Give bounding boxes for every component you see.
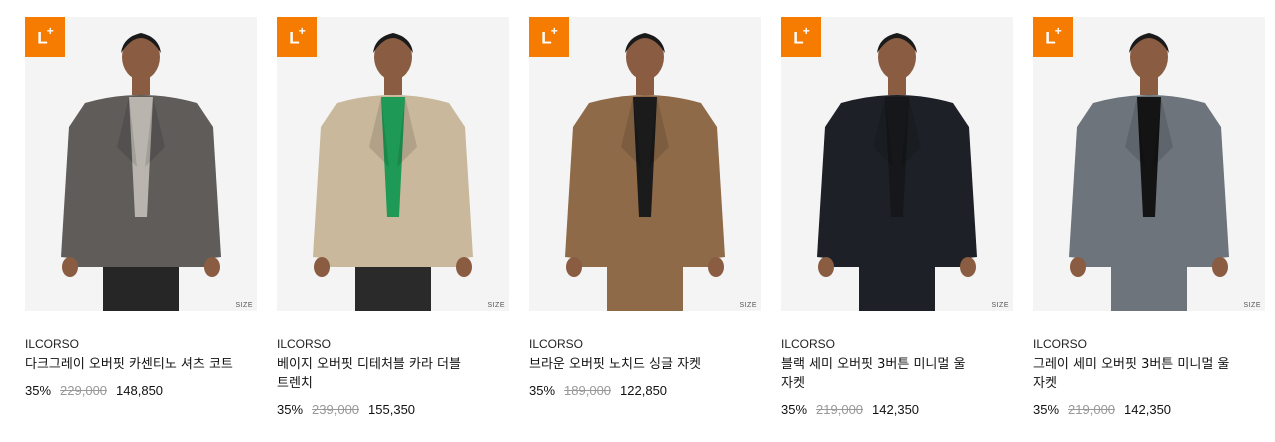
lplus-badge-icon: L+	[25, 17, 65, 57]
original-price: 219,000	[816, 402, 864, 417]
product-brand[interactable]: ILCORSO	[1033, 336, 1265, 352]
product-image[interactable]: L+ SIZE	[277, 17, 509, 311]
size-label[interactable]: SIZE	[991, 302, 1009, 309]
product-name[interactable]: 그레이 세미 오버핏 3버튼 미니멀 울 자켓	[1033, 355, 1243, 393]
product-name[interactable]: 다크그레이 오버핏 카센티노 셔츠 코트	[25, 355, 235, 374]
sale-price: 142,350	[872, 402, 920, 417]
original-price: 239,000	[312, 402, 360, 417]
discount-rate: 35%	[277, 402, 304, 417]
sale-price: 148,850	[116, 383, 164, 398]
price-row: 35% 189,000 122,850	[529, 383, 761, 398]
original-price: 219,000	[1068, 402, 1116, 417]
model-photo	[565, 33, 725, 311]
product-brand[interactable]: ILCORSO	[781, 336, 1013, 352]
model-photo	[817, 33, 977, 311]
sale-price: 122,850	[620, 383, 668, 398]
original-price: 229,000	[60, 383, 108, 398]
product-card[interactable]: L+ SIZE ILCORSO 브라운 오버핏 노치드 싱글 자켓 35% 18…	[529, 17, 761, 417]
product-image[interactable]: L+ SIZE	[781, 17, 1013, 311]
size-label[interactable]: SIZE	[487, 302, 505, 309]
size-label[interactable]: SIZE	[739, 302, 757, 309]
product-brand[interactable]: ILCORSO	[277, 336, 509, 352]
discount-rate: 35%	[1033, 402, 1060, 417]
discount-rate: 35%	[25, 383, 52, 398]
discount-rate: 35%	[781, 402, 808, 417]
product-name[interactable]: 베이지 오버핏 디테처블 카라 더블 트렌치	[277, 355, 487, 393]
discount-rate: 35%	[529, 383, 556, 398]
original-price: 189,000	[564, 383, 612, 398]
price-row: 35% 229,000 148,850	[25, 383, 257, 398]
product-card[interactable]: L+ SIZE ILCORSO 그레이 세미 오버핏 3버튼 미니멀 울 자켓 …	[1033, 17, 1265, 417]
product-card[interactable]: L+ SIZE ILCORSO 블랙 세미 오버핏 3버튼 미니멀 울 자켓 3…	[781, 17, 1013, 417]
lplus-badge-icon: L+	[529, 17, 569, 57]
product-image[interactable]: L+ SIZE	[1033, 17, 1265, 311]
price-row: 35% 219,000 142,350	[781, 402, 1013, 417]
product-image[interactable]: L+ SIZE	[529, 17, 761, 311]
lplus-badge-icon: L+	[277, 17, 317, 57]
size-label[interactable]: SIZE	[235, 302, 253, 309]
price-row: 35% 219,000 142,350	[1033, 402, 1265, 417]
model-photo	[61, 33, 221, 311]
product-name[interactable]: 브라운 오버핏 노치드 싱글 자켓	[529, 355, 739, 374]
product-grid: L+ SIZE ILCORSO 다크그레이 오버핏 카센티노 셔츠 코트 35%…	[25, 17, 1265, 417]
sale-price: 142,350	[1124, 402, 1172, 417]
model-photo	[313, 33, 473, 311]
price-row: 35% 239,000 155,350	[277, 402, 509, 417]
product-brand[interactable]: ILCORSO	[25, 336, 257, 352]
product-name[interactable]: 블랙 세미 오버핏 3버튼 미니멀 울 자켓	[781, 355, 991, 393]
product-brand[interactable]: ILCORSO	[529, 336, 761, 352]
lplus-badge-icon: L+	[1033, 17, 1073, 57]
product-card[interactable]: L+ SIZE ILCORSO 베이지 오버핏 디테처블 카라 더블 트렌치 3…	[277, 17, 509, 417]
lplus-badge-icon: L+	[781, 17, 821, 57]
product-card[interactable]: L+ SIZE ILCORSO 다크그레이 오버핏 카센티노 셔츠 코트 35%…	[25, 17, 257, 417]
product-image[interactable]: L+ SIZE	[25, 17, 257, 311]
model-photo	[1069, 33, 1229, 311]
sale-price: 155,350	[368, 402, 416, 417]
size-label[interactable]: SIZE	[1243, 302, 1261, 309]
